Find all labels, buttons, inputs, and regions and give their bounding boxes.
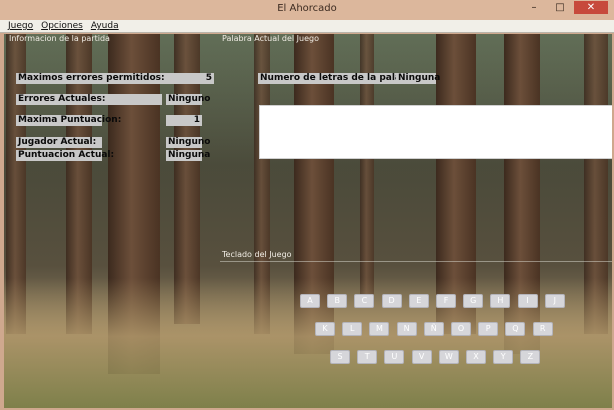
key-r[interactable]: R — [532, 322, 553, 336]
key-y[interactable]: Y — [493, 350, 514, 364]
key-k[interactable]: K — [315, 322, 335, 336]
letters-count-row: Numero de letras de la palabra: Ninguna — [258, 73, 440, 84]
key-e[interactable]: E — [408, 294, 429, 308]
minimize-button[interactable]: – — [522, 1, 546, 14]
title-bar: El Ahorcado – □ ✕ — [0, 0, 614, 20]
key-q[interactable]: Q — [505, 322, 526, 336]
info-section-title: Informacion de la partida — [9, 34, 110, 43]
menu-bar: Juego Opciones Ayuda — [0, 20, 614, 33]
key-c[interactable]: C — [354, 294, 375, 308]
maximize-button[interactable]: □ — [548, 1, 572, 14]
max-score-value: 1 — [166, 115, 202, 126]
max-errors-row: Maximos errores permitidos: 5 — [16, 73, 214, 84]
key-f[interactable]: F — [436, 294, 456, 308]
max-errors-label: Maximos errores permitidos: — [16, 73, 202, 84]
key-z[interactable]: Z — [520, 350, 541, 364]
current-player-row: Jugador Actual: Ninguno — [16, 137, 211, 148]
key-o[interactable]: O — [451, 322, 471, 336]
key-t[interactable]: T — [357, 350, 378, 364]
key-a[interactable]: A — [300, 294, 320, 308]
word-section-title: Palabra Actual del Juego — [222, 34, 319, 43]
key-i[interactable]: I — [517, 294, 538, 308]
current-errors-label: Errores Actuales: — [16, 94, 162, 105]
current-score-row: Puntuacion Actual: Ninguna — [16, 150, 211, 161]
window-controls: – □ ✕ — [522, 1, 608, 14]
max-score-label: Maxima Puntuacion: — [16, 115, 122, 126]
current-score-value: Ninguna — [166, 150, 211, 161]
close-button[interactable]: ✕ — [574, 1, 608, 14]
current-player-value: Ninguno — [166, 137, 211, 148]
key-u[interactable]: U — [384, 350, 405, 364]
key-b[interactable]: B — [327, 294, 348, 308]
current-player-label: Jugador Actual: — [16, 137, 102, 148]
current-errors-row: Errores Actuales: Ninguno — [16, 94, 211, 105]
game-panel: Informacion de la partida Palabra Actual… — [4, 34, 612, 408]
current-errors-value: Ninguno — [166, 94, 211, 105]
key-m[interactable]: M — [369, 322, 390, 336]
keyboard-section-title: Teclado del Juego — [222, 250, 292, 259]
key-j[interactable]: J — [544, 294, 565, 308]
current-score-label: Puntuacion Actual: — [16, 150, 115, 161]
key-n[interactable]: N — [396, 322, 417, 336]
key-w[interactable]: W — [438, 350, 459, 364]
key-g[interactable]: G — [463, 294, 484, 308]
letters-count-value: Ninguna — [396, 73, 441, 84]
keyboard-divider — [220, 261, 612, 262]
app-window: El Ahorcado – □ ✕ Juego Opciones Ayuda I… — [0, 0, 614, 410]
key-p[interactable]: P — [478, 322, 499, 336]
max-errors-value: 5 — [192, 73, 214, 84]
key-ñ[interactable]: Ñ — [423, 322, 444, 336]
key-d[interactable]: D — [381, 294, 402, 308]
menu-juego[interactable]: Juego — [8, 20, 33, 32]
key-l[interactable]: L — [342, 322, 363, 336]
word-display — [259, 105, 612, 159]
key-h[interactable]: H — [490, 294, 511, 308]
max-score-row: Maxima Puntuacion: 1 — [16, 115, 202, 126]
menu-ayuda[interactable]: Ayuda — [91, 20, 119, 32]
menu-opciones[interactable]: Opciones — [41, 20, 83, 32]
key-x[interactable]: X — [466, 350, 486, 364]
key-v[interactable]: V — [411, 350, 432, 364]
key-s[interactable]: S — [330, 350, 350, 364]
